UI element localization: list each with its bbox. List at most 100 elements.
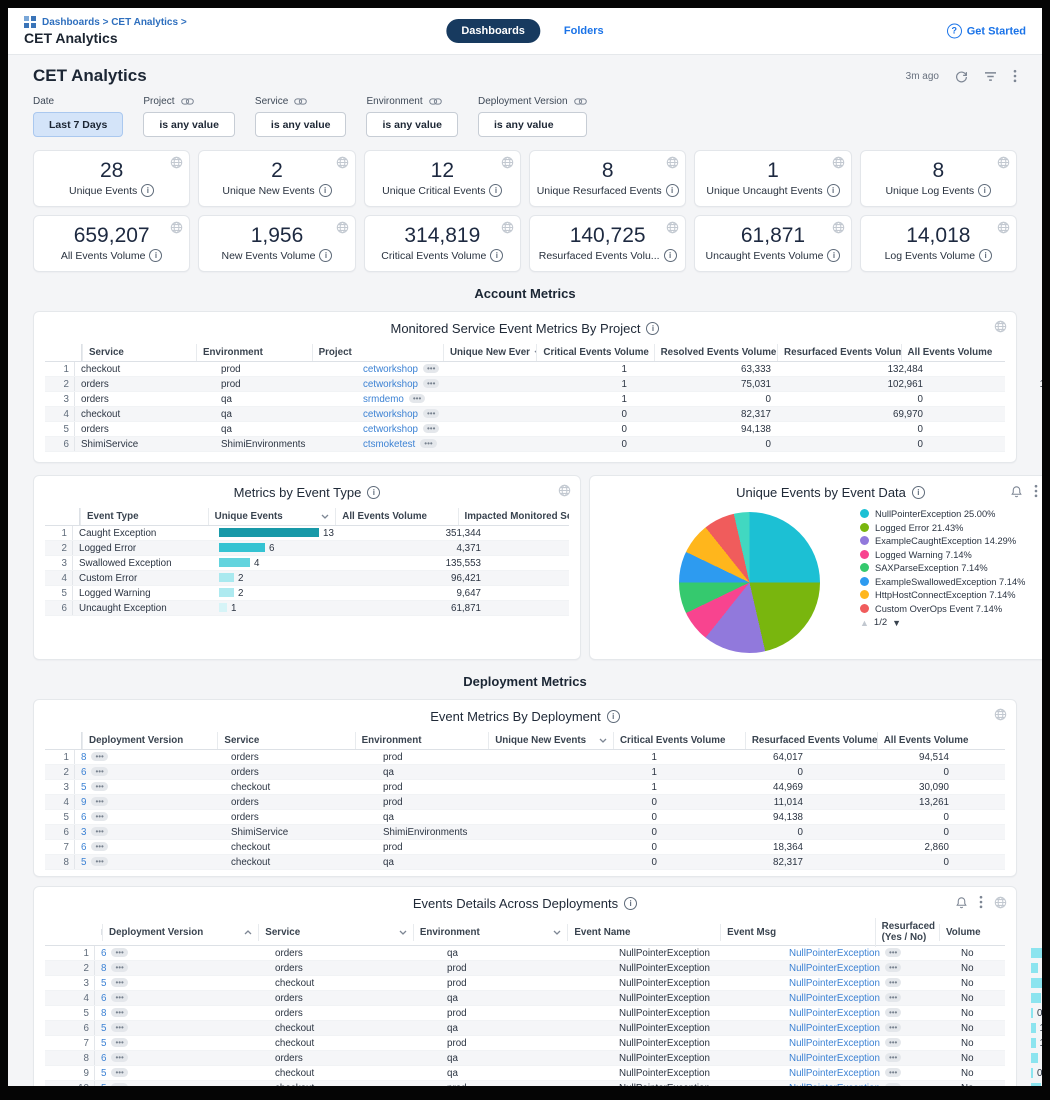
info-icon[interactable]: i bbox=[141, 184, 154, 197]
cell-expand-chip[interactable]: ••• bbox=[91, 782, 107, 791]
sort-desc-icon[interactable] bbox=[321, 514, 329, 519]
refresh-icon[interactable] bbox=[955, 70, 968, 83]
info-icon[interactable]: i bbox=[979, 249, 992, 262]
bell-icon[interactable] bbox=[1010, 485, 1023, 498]
cell-expand-chip[interactable]: ••• bbox=[111, 948, 127, 957]
column-header[interactable]: Unique Events bbox=[208, 508, 336, 525]
cell-link[interactable]: cetworkshop bbox=[363, 379, 418, 390]
cell-expand-chip[interactable]: ••• bbox=[91, 857, 107, 866]
cell-expand-chip[interactable]: ••• bbox=[91, 842, 107, 851]
sort-asc-icon[interactable] bbox=[244, 930, 252, 935]
cell-link[interactable]: NullPointerException bbox=[789, 1023, 880, 1034]
legend-item[interactable]: Logged Error 21.43% bbox=[860, 522, 1042, 534]
cell-link[interactable]: 8 bbox=[81, 752, 86, 763]
cell-expand-chip[interactable]: ••• bbox=[885, 1053, 901, 1062]
cell-expand-chip[interactable]: ••• bbox=[111, 978, 127, 987]
filter-value-chip[interactable]: is any value bbox=[255, 112, 347, 137]
cell-link[interactable]: 6 bbox=[81, 812, 86, 823]
cell-link[interactable]: NullPointerException bbox=[789, 1083, 880, 1087]
column-header[interactable]: Deployment Version bbox=[102, 924, 258, 941]
column-header[interactable]: Environment bbox=[413, 924, 568, 941]
tab-folders[interactable]: Folders bbox=[564, 25, 604, 37]
kebab-menu-icon[interactable] bbox=[1034, 484, 1038, 498]
cell-expand-chip[interactable]: ••• bbox=[111, 1068, 127, 1077]
info-icon[interactable]: i bbox=[489, 184, 502, 197]
cell-expand-chip[interactable]: ••• bbox=[885, 1023, 901, 1032]
breadcrumb[interactable]: Dashboards > CET Analytics > bbox=[24, 16, 187, 28]
cell-expand-chip[interactable]: ••• bbox=[423, 424, 439, 433]
cell-expand-chip[interactable]: ••• bbox=[91, 752, 107, 761]
column-header[interactable]: Service bbox=[258, 924, 413, 941]
cell-expand-chip[interactable]: ••• bbox=[111, 1038, 127, 1047]
cell-link[interactable]: NullPointerException bbox=[789, 963, 880, 974]
cell-link[interactable]: 9 bbox=[81, 797, 86, 808]
column-header[interactable]: Unique New Ever bbox=[443, 344, 536, 361]
info-icon[interactable]: i bbox=[666, 184, 679, 197]
cell-link[interactable]: NullPointerException bbox=[789, 1008, 880, 1019]
cell-expand-chip[interactable]: ••• bbox=[111, 1023, 127, 1032]
column-header[interactable]: Unique New Events bbox=[488, 732, 613, 749]
cell-expand-chip[interactable]: ••• bbox=[111, 1083, 127, 1087]
filter-value-chip[interactable]: is any value bbox=[478, 112, 587, 137]
sort-desc-icon[interactable] bbox=[399, 930, 407, 935]
info-icon[interactable]: i bbox=[827, 249, 840, 262]
legend-item[interactable]: ExampleSwallowedException 7.14% bbox=[860, 576, 1042, 588]
cell-link[interactable]: 5 bbox=[101, 1038, 106, 1049]
filter-value-chip[interactable]: is any value bbox=[366, 112, 458, 137]
cell-expand-chip[interactable]: ••• bbox=[111, 993, 127, 1002]
cell-expand-chip[interactable]: ••• bbox=[91, 767, 107, 776]
info-icon[interactable]: i bbox=[827, 184, 840, 197]
breadcrumb-text[interactable]: Dashboards > CET Analytics > bbox=[42, 17, 187, 28]
legend-item[interactable]: SAXParseException 7.14% bbox=[860, 562, 1042, 574]
info-icon[interactable]: i bbox=[664, 249, 677, 262]
info-icon[interactable]: i bbox=[319, 184, 332, 197]
cell-expand-chip[interactable]: ••• bbox=[111, 963, 127, 972]
cell-link[interactable]: cetworkshop bbox=[363, 364, 418, 375]
cell-expand-chip[interactable]: ••• bbox=[423, 379, 439, 388]
info-icon[interactable]: i bbox=[319, 249, 332, 262]
cell-link[interactable]: 8 bbox=[101, 963, 106, 974]
get-started-label[interactable]: Get Started bbox=[967, 25, 1026, 37]
legend-page-up-icon[interactable]: ▲ bbox=[860, 617, 869, 629]
cell-expand-chip[interactable]: ••• bbox=[420, 439, 436, 448]
cell-link[interactable]: 5 bbox=[101, 1068, 106, 1079]
cell-expand-chip[interactable]: ••• bbox=[91, 797, 107, 806]
legend-item[interactable]: Logged Warning 7.14% bbox=[860, 549, 1042, 561]
legend-item[interactable]: ExampleCaughtException 14.29% bbox=[860, 535, 1042, 547]
cell-link[interactable]: 6 bbox=[101, 1053, 106, 1064]
bell-icon[interactable] bbox=[955, 896, 968, 909]
cell-expand-chip[interactable]: ••• bbox=[885, 978, 901, 987]
cell-link[interactable]: cetworkshop bbox=[363, 424, 418, 435]
cell-expand-chip[interactable]: ••• bbox=[423, 409, 439, 418]
cell-expand-chip[interactable]: ••• bbox=[885, 963, 901, 972]
cell-link[interactable]: NullPointerException bbox=[789, 993, 880, 1004]
cell-link[interactable]: 6 bbox=[81, 842, 86, 853]
info-icon[interactable]: i bbox=[646, 322, 659, 335]
sort-desc-icon[interactable] bbox=[599, 738, 607, 743]
cell-link[interactable]: 8 bbox=[101, 1008, 106, 1019]
cell-expand-chip[interactable]: ••• bbox=[91, 812, 107, 821]
cell-link[interactable]: 6 bbox=[81, 767, 86, 778]
kebab-menu-icon[interactable] bbox=[979, 895, 983, 909]
get-started-link[interactable]: ? Get Started bbox=[947, 24, 1026, 39]
info-icon[interactable]: i bbox=[367, 486, 380, 499]
cell-expand-chip[interactable]: ••• bbox=[885, 993, 901, 1002]
cell-link[interactable]: 5 bbox=[101, 1023, 106, 1034]
info-icon[interactable]: i bbox=[490, 249, 503, 262]
cell-link[interactable]: 5 bbox=[101, 1083, 106, 1087]
cell-link[interactable]: 6 bbox=[101, 993, 106, 1004]
sort-desc-icon[interactable] bbox=[553, 930, 561, 935]
info-icon[interactable]: i bbox=[149, 249, 162, 262]
legend-item[interactable]: Custom OverOps Event 7.14% bbox=[860, 603, 1042, 615]
cell-expand-chip[interactable]: ••• bbox=[885, 948, 901, 957]
cell-expand-chip[interactable]: ••• bbox=[885, 1038, 901, 1047]
tab-dashboards[interactable]: Dashboards bbox=[446, 19, 540, 43]
cell-link[interactable]: srmdemo bbox=[363, 394, 404, 405]
info-icon[interactable]: i bbox=[624, 897, 637, 910]
legend-item[interactable]: HttpHostConnectException 7.14% bbox=[860, 589, 1042, 601]
cell-expand-chip[interactable]: ••• bbox=[91, 827, 107, 836]
info-icon[interactable]: i bbox=[978, 184, 991, 197]
info-icon[interactable]: i bbox=[912, 486, 925, 499]
cell-expand-chip[interactable]: ••• bbox=[409, 394, 425, 403]
cell-link[interactable]: NullPointerException bbox=[789, 978, 880, 989]
